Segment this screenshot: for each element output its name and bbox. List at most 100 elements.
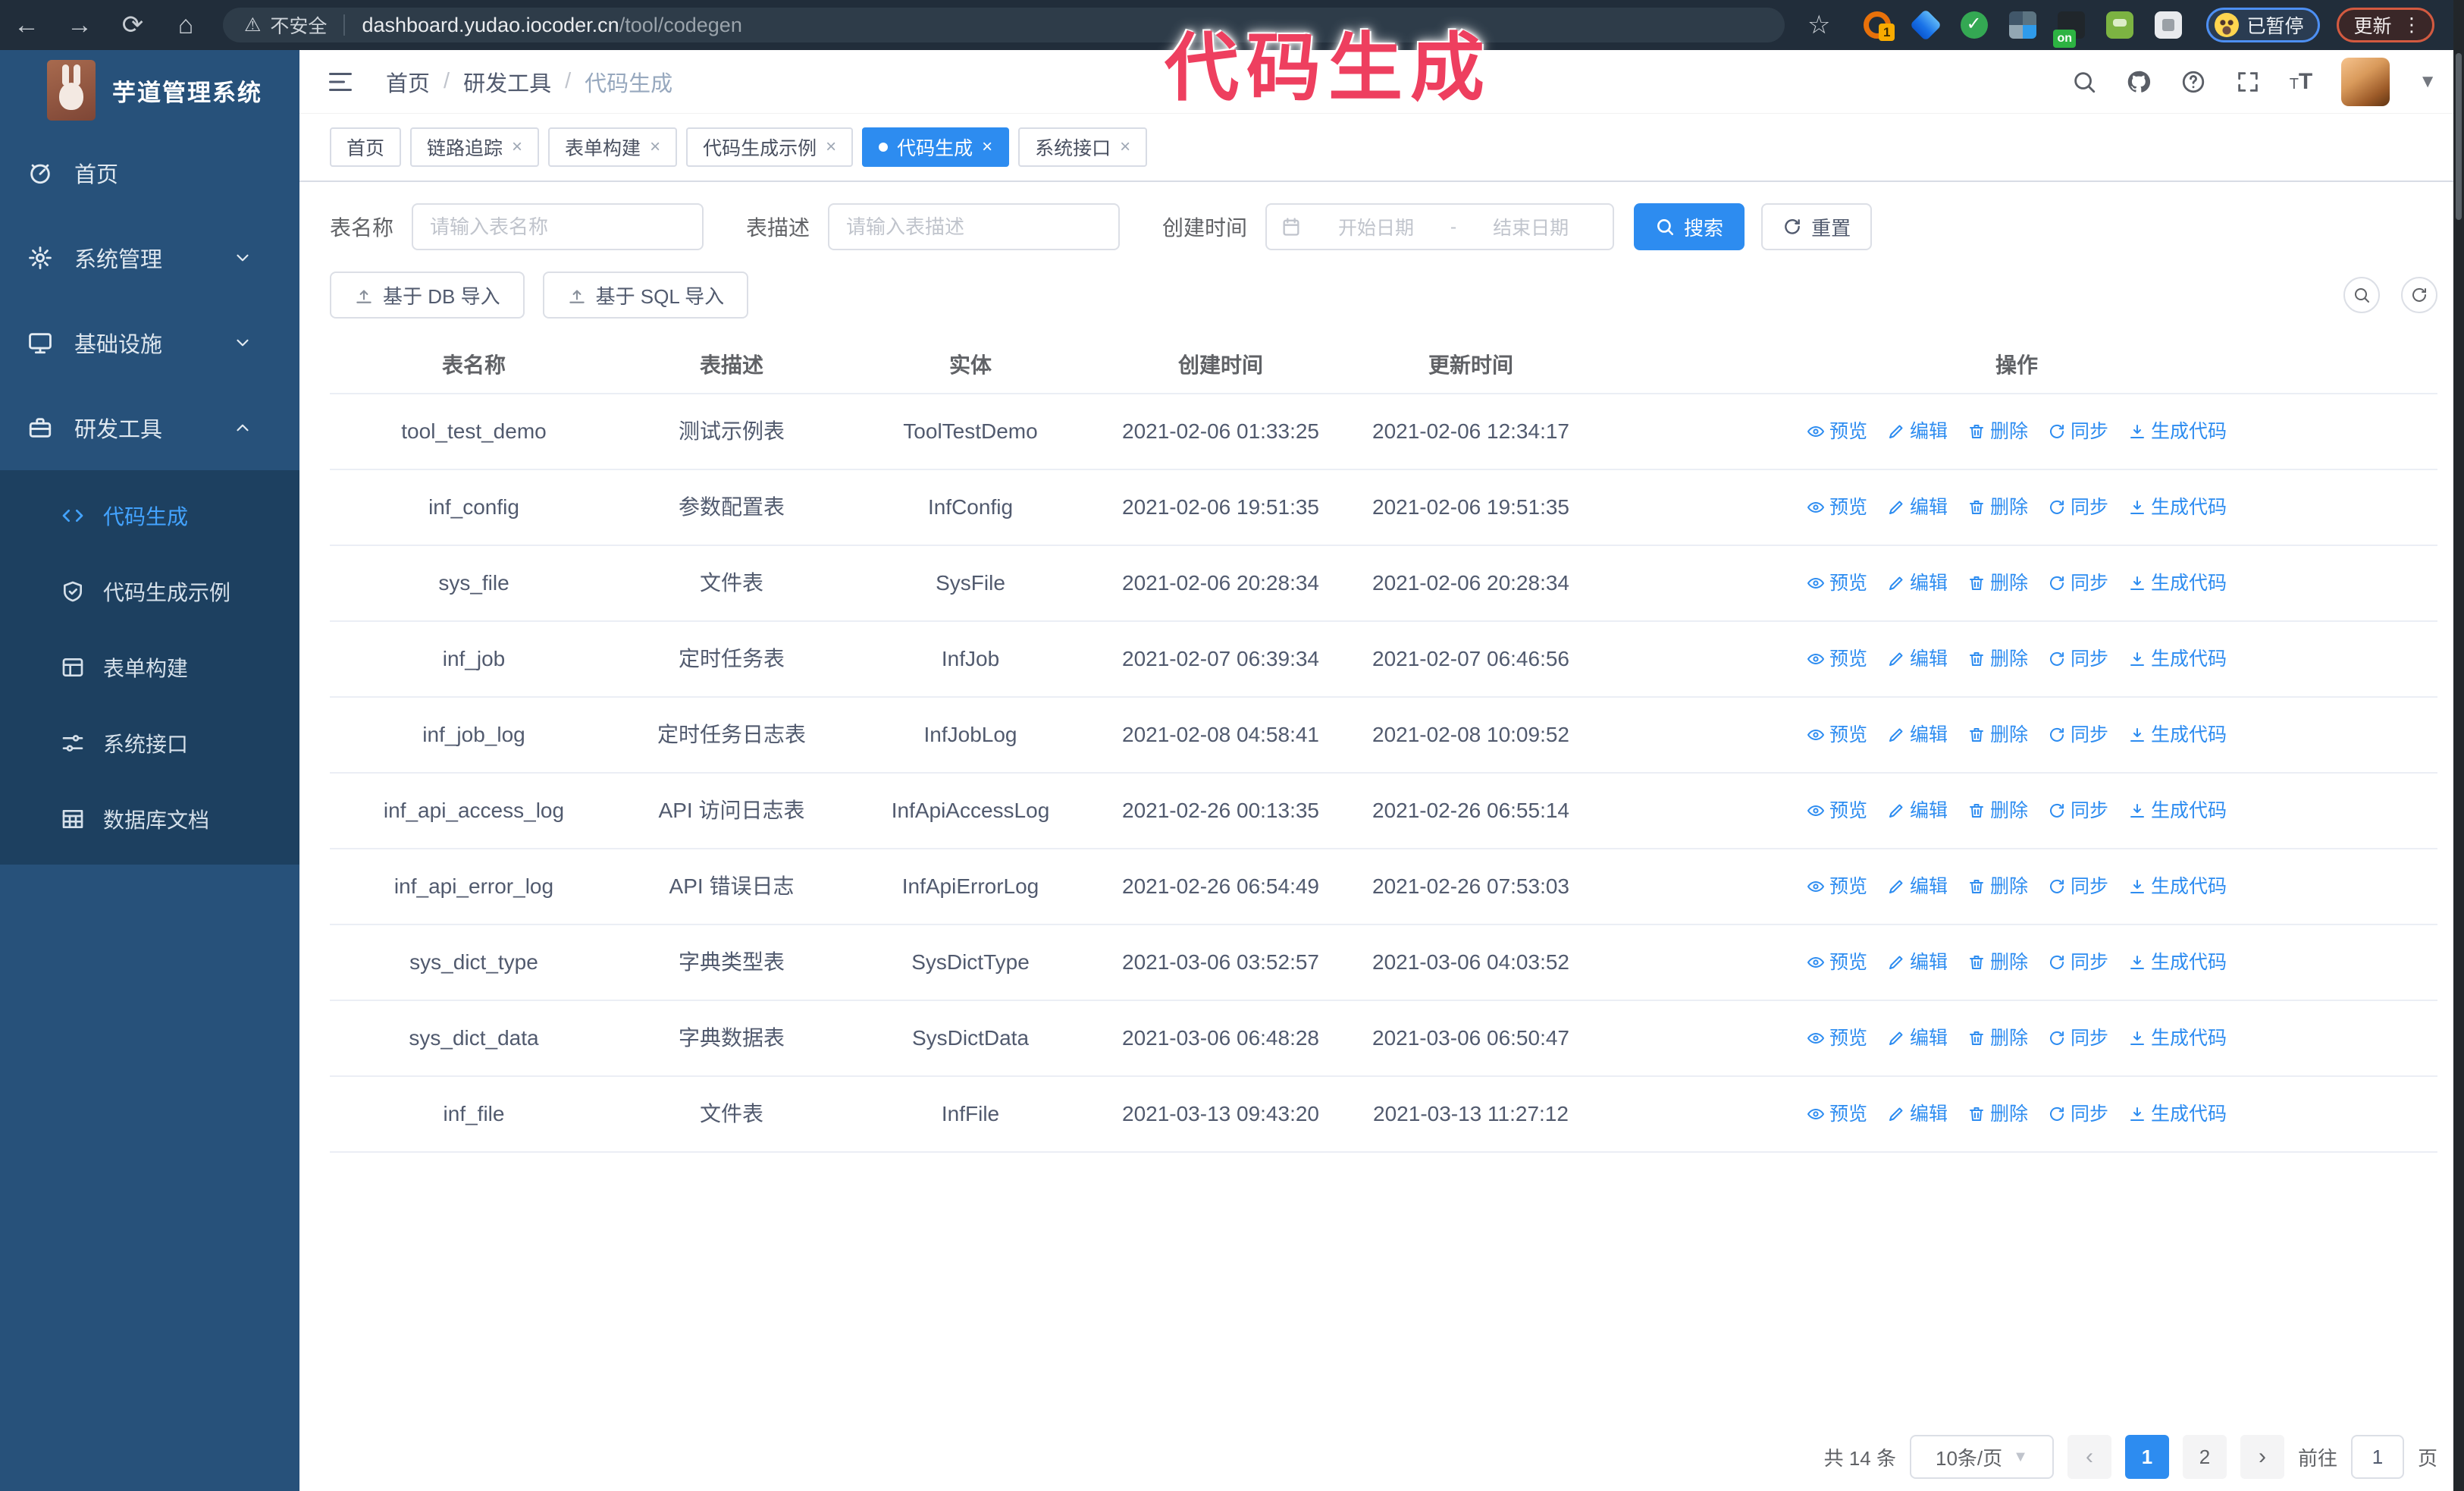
sidebar-item-infrastructure[interactable]: 基础设施 [0,300,299,385]
date-range-picker[interactable]: 开始日期 - 结束日期 [1265,203,1615,250]
action-sync-button[interactable]: 同步 [2048,494,2108,520]
action-delete-button[interactable]: 删除 [1967,798,2028,824]
action-sync-button[interactable]: 同步 [2048,798,2108,824]
fullscreen-icon[interactable] [2235,69,2261,95]
goto-page-input[interactable] [2350,1435,2404,1479]
table-name-input[interactable] [412,203,704,250]
action-preview-button[interactable]: 预览 [1807,874,1867,899]
tab-codegen-example[interactable]: 代码生成示例 × [686,127,854,167]
browser-forward-icon[interactable]: → [53,11,106,40]
start-date-placeholder[interactable]: 开始日期 [1308,213,1444,240]
action-preview-button[interactable]: 预览 [1807,419,1867,444]
extension-icon-3[interactable] [1961,11,1989,39]
action-preview-button[interactable]: 预览 [1807,646,1867,672]
profile-paused-badge[interactable]: 已暂停 [2206,8,2320,42]
action-sync-button[interactable]: 同步 [2048,874,2108,899]
action-generate-button[interactable]: 生成代码 [2128,798,2227,824]
bookmark-star-icon[interactable]: ☆ [1807,10,1830,40]
action-generate-button[interactable]: 生成代码 [2128,1101,2227,1127]
action-preview-button[interactable]: 预览 [1807,950,1867,975]
action-edit-button[interactable]: 编辑 [1887,722,1948,748]
tab-home[interactable]: 首页 [330,127,402,167]
sidebar-item-form-builder[interactable]: 表单构建 [0,629,299,705]
tab-close-icon[interactable]: × [650,138,660,156]
sidebar-item-codegen-example[interactable]: 代码生成示例 [0,554,299,629]
user-avatar[interactable] [2341,57,2390,106]
action-sync-button[interactable]: 同步 [2048,950,2108,975]
action-sync-button[interactable]: 同步 [2048,1101,2108,1127]
action-sync-button[interactable]: 同步 [2048,570,2108,596]
toggle-search-button[interactable] [2343,277,2380,313]
browser-update-button[interactable]: 更新 ⋮ [2336,8,2434,42]
sidebar-item-system-admin[interactable]: 系统管理 [0,215,299,300]
help-icon[interactable] [2180,69,2206,95]
sidebar-item-db-doc[interactable]: 数据库文档 [0,781,299,857]
action-preview-button[interactable]: 预览 [1807,1025,1867,1051]
action-preview-button[interactable]: 预览 [1807,798,1867,824]
action-edit-button[interactable]: 编辑 [1887,1025,1948,1051]
action-edit-button[interactable]: 编辑 [1887,1101,1948,1127]
action-delete-button[interactable]: 删除 [1967,419,2028,444]
action-edit-button[interactable]: 编辑 [1887,570,1948,596]
tab-close-icon[interactable]: × [1120,138,1130,156]
window-scrollbar[interactable] [2453,0,2464,1491]
table-desc-input[interactable] [828,203,1121,250]
action-delete-button[interactable]: 删除 [1967,646,2028,672]
prev-page-button[interactable]: ‹ [2067,1435,2111,1479]
action-generate-button[interactable]: 生成代码 [2128,950,2227,975]
extensions-puzzle-icon[interactable] [2155,11,2183,39]
action-preview-button[interactable]: 预览 [1807,494,1867,520]
next-page-button[interactable]: › [2240,1435,2284,1479]
tab-tracing[interactable]: 链路追踪 × [410,127,540,167]
avatar-caret-down-icon[interactable]: ▼ [2419,71,2437,93]
action-generate-button[interactable]: 生成代码 [2128,646,2227,672]
github-icon[interactable] [2126,69,2152,95]
address-bar[interactable]: ⚠ 不安全 dashboard.yudao.iocoder.cn /tool/c… [223,8,1785,42]
breadcrumb-home[interactable]: 首页 [386,66,430,98]
font-size-icon[interactable]: TT [2290,69,2313,95]
end-date-placeholder[interactable]: 结束日期 [1462,213,1599,240]
action-edit-button[interactable]: 编辑 [1887,494,1948,520]
action-sync-button[interactable]: 同步 [2048,1025,2108,1051]
action-sync-button[interactable]: 同步 [2048,722,2108,748]
action-delete-button[interactable]: 删除 [1967,874,2028,899]
action-edit-button[interactable]: 编辑 [1887,646,1948,672]
breadcrumb-dev-tools[interactable]: 研发工具 [463,66,551,98]
tab-form-builder[interactable]: 表单构建 × [548,127,678,167]
tab-close-icon[interactable]: × [512,138,522,156]
action-delete-button[interactable]: 删除 [1967,950,2028,975]
action-delete-button[interactable]: 删除 [1967,1025,2028,1051]
sidebar-item-dev-tools[interactable]: 研发工具 [0,385,299,470]
action-preview-button[interactable]: 预览 [1807,1101,1867,1127]
action-generate-button[interactable]: 生成代码 [2128,1025,2227,1051]
action-generate-button[interactable]: 生成代码 [2128,419,2227,444]
extension-icon-6[interactable] [2106,11,2134,39]
sidebar-item-system-api[interactable]: 系统接口 [0,705,299,781]
action-preview-button[interactable]: 预览 [1807,570,1867,596]
extension-icon-1[interactable]: 1 [1864,11,1895,41]
hamburger-icon[interactable] [327,68,354,96]
page-size-select[interactable]: 10条/页 ▼ [1909,1435,2054,1479]
extension-icon-5[interactable]: on [2053,11,2086,48]
browser-menu-dots-icon[interactable]: ⋮ [2403,14,2422,36]
tab-close-icon[interactable]: × [982,138,992,156]
reset-button[interactable]: 重置 [1761,203,1873,250]
action-generate-button[interactable]: 生成代码 [2128,722,2227,748]
action-edit-button[interactable]: 编辑 [1887,950,1948,975]
action-delete-button[interactable]: 删除 [1967,494,2028,520]
app-logo[interactable]: 芋道管理系统 [0,50,299,130]
import-sql-button[interactable]: 基于 SQL 导入 [542,272,749,319]
action-generate-button[interactable]: 生成代码 [2128,570,2227,596]
extension-icon-2[interactable] [1910,8,1942,42]
tab-system-api[interactable]: 系统接口 × [1018,127,1148,167]
browser-home-icon[interactable]: ⌂ [159,11,212,40]
sidebar-item-home[interactable]: 首页 [0,130,299,215]
search-icon[interactable] [2071,69,2097,95]
action-edit-button[interactable]: 编辑 [1887,874,1948,899]
extension-icon-4[interactable] [2009,11,2037,39]
page-button-1[interactable]: 1 [2124,1435,2169,1479]
page-button-2[interactable]: 2 [2182,1435,2227,1479]
action-edit-button[interactable]: 编辑 [1887,419,1948,444]
scrollbar-thumb[interactable] [2456,53,2462,220]
action-delete-button[interactable]: 删除 [1967,722,2028,748]
